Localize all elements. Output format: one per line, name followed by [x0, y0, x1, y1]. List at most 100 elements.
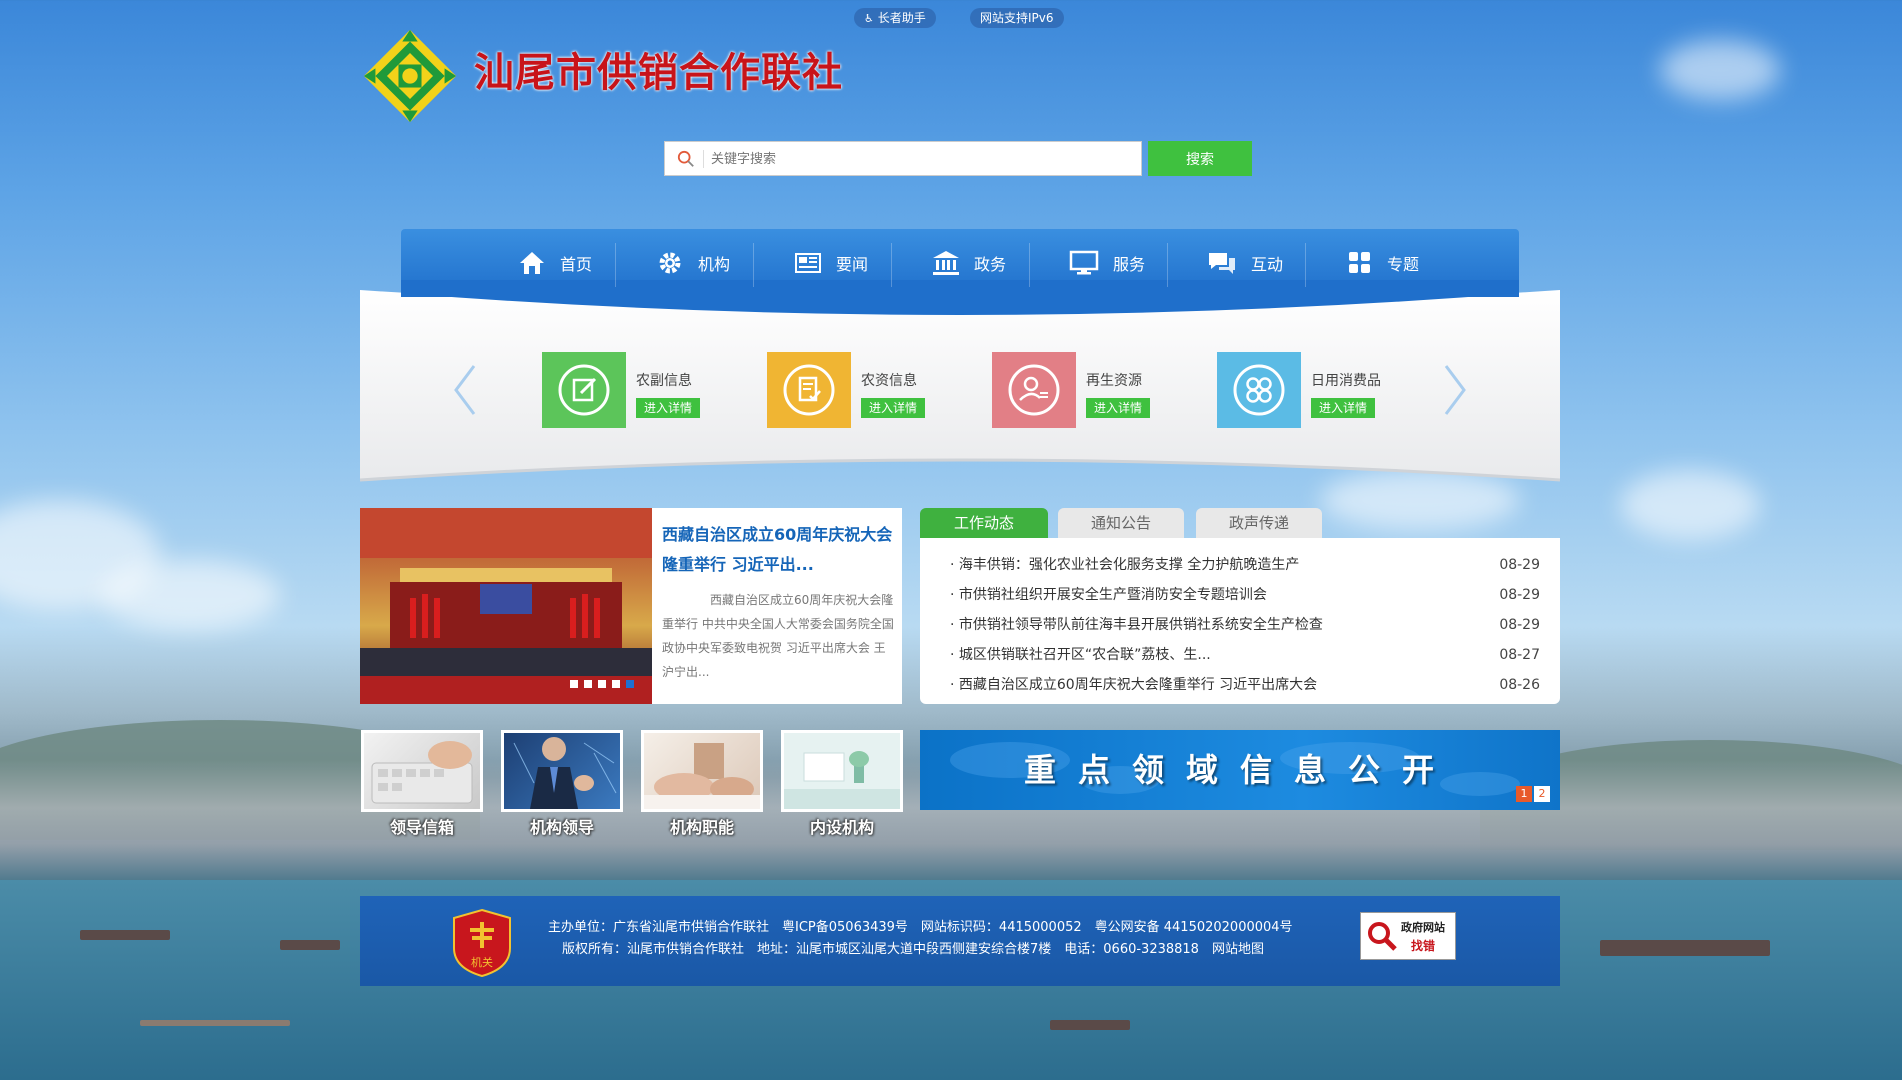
search-button[interactable]: 搜索	[1148, 141, 1252, 176]
chat-icon	[1208, 253, 1235, 274]
nav-service-label: 服务	[1112, 255, 1145, 274]
news-list: · 海丰供销：强化农业社会化服务支撑 全力护航晚造生产 08-29 · 市供销社组…	[920, 538, 1560, 704]
nav-topics[interactable]: 专题	[1323, 229, 1443, 297]
news-date: 08-29	[1499, 587, 1540, 603]
quick-link-label[interactable]: 机构职能	[641, 814, 763, 838]
gear-icon	[659, 252, 681, 274]
edit-icon	[542, 352, 626, 428]
quick-link-label[interactable]: 内设机构	[781, 814, 903, 838]
category-agri-supplies[interactable]: 农资信息 进入详情	[767, 352, 987, 432]
party-organ-emblem-icon[interactable]: 机关	[450, 908, 514, 978]
news-date: 08-26	[1499, 677, 1540, 693]
gov-badge-title: 政府网站	[1401, 921, 1445, 934]
gov-website-error-report-badge[interactable]: 政府网站 找错	[1360, 912, 1456, 960]
nav-interaction-label: 互动	[1250, 255, 1283, 274]
nav-government-label: 政务	[973, 255, 1006, 274]
nav-interaction[interactable]: 互动	[1185, 229, 1305, 297]
banner-page-2[interactable]: 2	[1534, 786, 1550, 802]
news-date: 08-29	[1499, 557, 1540, 573]
news-item[interactable]: · 海丰供销：强化农业社会化服务支撑 全力护航晚造生产 08-29	[950, 550, 1540, 580]
businessman-photo	[513, 737, 617, 809]
feature-slide-dots	[570, 680, 634, 688]
keyboard-photo	[371, 741, 473, 804]
news-item[interactable]: · 西藏自治区成立60周年庆祝大会隆重举行 习近平出席大会 08-26	[950, 670, 1540, 700]
news-date: 08-29	[1499, 617, 1540, 633]
search-input[interactable]	[709, 146, 1133, 173]
tab-notices[interactable]: 通知公告	[1058, 508, 1184, 538]
feature-photo[interactable]	[360, 508, 652, 704]
nav-organization[interactable]: 机构	[633, 229, 753, 297]
nav-service[interactable]: 服务	[1047, 229, 1167, 297]
carousel-next-arrow-icon[interactable]	[1440, 362, 1470, 418]
site-title[interactable]: 汕尾市供销合作联社	[474, 40, 843, 98]
emblem-label: 机关	[471, 955, 493, 969]
handshake-photo	[644, 743, 760, 809]
news-title[interactable]: · 城区供销联社召开区“农合联”荔枝、生...	[950, 647, 1211, 663]
news-title[interactable]: · 市供销社领导带队前往海丰县开展供销社系统安全生产检查	[950, 617, 1323, 633]
category-title: 再生资源	[1086, 373, 1142, 389]
quick-link-label[interactable]: 领导信箱	[361, 814, 483, 838]
quick-link-leadership[interactable]	[501, 730, 623, 812]
ipv6-badge: 网站支持IPv6	[970, 8, 1064, 28]
news-item[interactable]: · 市供销社领导带队前往海丰县开展供销社系统安全生产检查 08-29	[950, 610, 1540, 640]
quick-link-internal-departments[interactable]	[781, 730, 903, 812]
category-title: 农资信息	[861, 373, 917, 389]
checklist-icon	[767, 352, 851, 428]
slide-dot-active[interactable]	[626, 680, 634, 688]
nav-news-label: 要闻	[835, 255, 868, 274]
nav-topics-label: 专题	[1386, 255, 1419, 274]
elder-helper-badge[interactable]: ♿ 长者助手	[854, 8, 936, 28]
footer-copyright-line: 版权所有：汕尾市供销合作联社 地址：汕尾市城区汕尾大道中段西侧建安综合楼7楼 电…	[562, 942, 1264, 957]
feature-news: 西藏自治区成立60周年庆祝大会隆重举行 习近平出... 西藏自治区成立60周年庆…	[360, 508, 902, 704]
news-title[interactable]: · 西藏自治区成立60周年庆祝大会隆重举行 习近平出席大会	[950, 677, 1317, 693]
government-building-icon	[932, 251, 959, 275]
feature-description: 西藏自治区成立60周年庆祝大会隆重举行 中共中央全国人大常委会国务院全国政协中央…	[662, 593, 894, 679]
category-detail-button[interactable]: 进入详情	[1311, 398, 1375, 418]
gov-badge-subtitle: 找错	[1411, 939, 1436, 953]
feature-title[interactable]: 西藏自治区成立60周年庆祝大会隆重举行 习近平出...	[662, 520, 896, 580]
banner-title: 重点领域信息公开	[1023, 751, 1456, 789]
office-photo	[784, 733, 900, 809]
clover-icon	[1217, 352, 1301, 428]
nav-home[interactable]: 首页	[495, 229, 615, 297]
site-logo[interactable]	[362, 28, 458, 124]
slide-dot[interactable]	[598, 680, 606, 688]
monitor-icon	[1069, 250, 1099, 275]
category-detail-button[interactable]: 进入详情	[1086, 398, 1150, 418]
grid-icon	[1348, 252, 1370, 273]
quick-link-leader-mailbox[interactable]	[361, 730, 483, 812]
news-date: 08-27	[1499, 647, 1540, 663]
quick-link-label[interactable]: 机构领导	[501, 814, 623, 838]
category-detail-button[interactable]: 进入详情	[636, 398, 700, 418]
category-title: 农副信息	[636, 373, 692, 389]
tab-policy-releases[interactable]: 政声传递	[1196, 508, 1322, 538]
accessibility-icon: ♿	[864, 12, 874, 25]
news-item[interactable]: · 市供销社组织开展安全生产暨消防安全专题培训会 08-29	[950, 580, 1540, 610]
category-agri-products[interactable]: 农副信息 进入详情	[542, 352, 762, 432]
quick-link-functions[interactable]	[641, 730, 763, 812]
footer: 机关 主办单位：广东省汕尾市供销合作联社 粤ICP备05063439号 网站标识…	[360, 896, 1560, 986]
user-list-icon	[992, 352, 1076, 428]
home-icon	[519, 252, 544, 274]
nav-home-label: 首页	[559, 255, 592, 274]
category-recycling[interactable]: 再生资源 进入详情	[992, 352, 1212, 432]
news-item[interactable]: · 城区供销联社召开区“农合联”荔枝、生... 08-27	[950, 640, 1540, 670]
slide-dot[interactable]	[570, 680, 578, 688]
nav-government[interactable]: 政务	[909, 229, 1029, 297]
category-daily-goods[interactable]: 日用消费品 进入详情	[1217, 352, 1437, 432]
slide-dot[interactable]	[584, 680, 592, 688]
slide-dot[interactable]	[612, 680, 620, 688]
category-detail-button[interactable]: 进入详情	[861, 398, 925, 418]
footer-sponsor-line: 主办单位：广东省汕尾市供销合作联社 粤ICP备05063439号 网站标识码：4…	[548, 920, 1293, 935]
nav-news[interactable]: 要闻	[771, 229, 891, 297]
category-title: 日用消费品	[1311, 373, 1381, 389]
banner-page-1[interactable]: 1	[1516, 786, 1532, 802]
news-title[interactable]: · 市供销社组织开展安全生产暨消防安全专题培训会	[950, 587, 1267, 603]
news-title[interactable]: · 海丰供销：强化农业社会化服务支撑 全力护航晚造生产	[950, 557, 1299, 573]
carousel-prev-arrow-icon[interactable]	[450, 362, 480, 418]
nav-organization-label: 机构	[697, 255, 730, 274]
tab-work-updates[interactable]: 工作动态	[920, 508, 1048, 538]
ipv6-label: 网站支持IPv6	[980, 11, 1054, 25]
magnifier-icon	[1368, 922, 1397, 951]
key-info-disclosure-banner[interactable]: 重点领域信息公开 1 2	[920, 730, 1560, 810]
